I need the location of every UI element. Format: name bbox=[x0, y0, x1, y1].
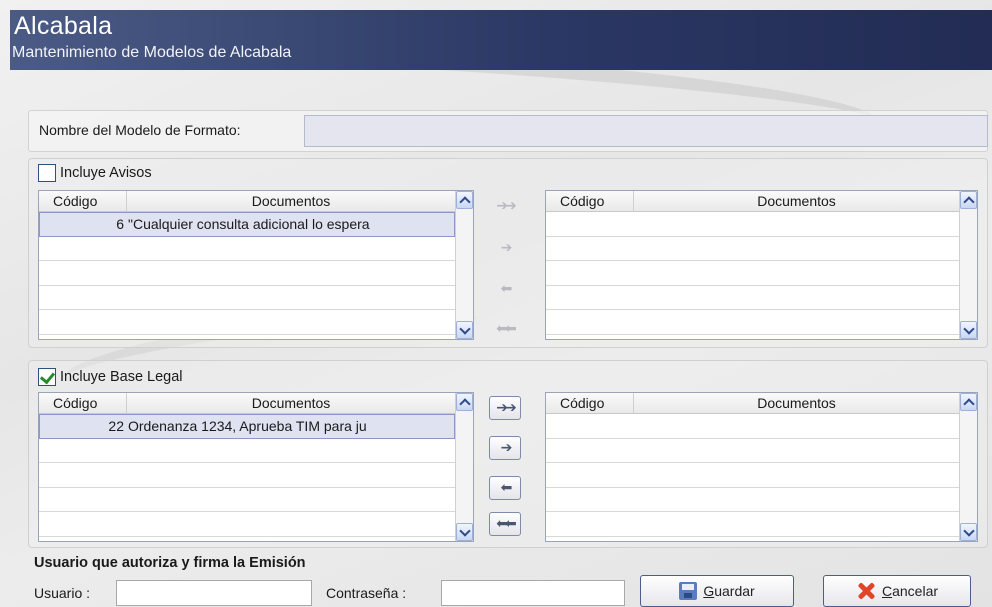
scroll-down-icon[interactable] bbox=[456, 321, 473, 339]
move-all-left-button[interactable]: ⬅⬅ bbox=[489, 512, 521, 536]
grid-header: Código Documentos bbox=[39, 191, 455, 212]
table-row[interactable] bbox=[546, 237, 959, 261]
base-legal-checkbox-row[interactable]: Incluye Base Legal bbox=[38, 368, 183, 386]
scroll-down-icon[interactable] bbox=[960, 321, 977, 339]
scroll-up-icon[interactable] bbox=[456, 393, 473, 411]
table-row[interactable] bbox=[546, 439, 959, 463]
vertical-scrollbar[interactable] bbox=[959, 393, 977, 541]
password-input[interactable] bbox=[441, 580, 625, 606]
cancel-label-rest: ancelar bbox=[892, 583, 939, 599]
save-button[interactable]: Guardar bbox=[640, 575, 794, 607]
table-row[interactable] bbox=[39, 463, 455, 488]
column-header-documentos[interactable]: Documentos bbox=[634, 393, 959, 413]
avisos-available-grid[interactable]: Código Documentos 6 "Cualquier consulta … bbox=[38, 190, 474, 340]
avisos-checkbox-row[interactable]: Incluye Avisos bbox=[38, 164, 152, 182]
window-header: Alcabala Mantenimiento de Modelos de Alc… bbox=[10, 10, 992, 70]
grid-rows: 22 Ordenanza 1234, Aprueba TIM para ju bbox=[39, 414, 455, 541]
column-header-codigo[interactable]: Código bbox=[39, 393, 127, 413]
model-name-row: Nombre del Modelo de Formato: bbox=[28, 110, 988, 152]
grid-rows bbox=[546, 212, 959, 339]
column-header-documentos[interactable]: Documentos bbox=[127, 393, 455, 413]
scroll-up-icon[interactable] bbox=[960, 191, 977, 209]
row-code: 6 bbox=[116, 216, 124, 232]
move-left-button[interactable]: ⬅ bbox=[489, 277, 521, 301]
table-row[interactable] bbox=[546, 212, 959, 237]
app-title: Alcabala bbox=[14, 12, 113, 40]
move-all-right-button[interactable]: ➔➔ bbox=[489, 396, 521, 420]
save-accel: G bbox=[703, 583, 715, 599]
scroll-up-icon[interactable] bbox=[456, 191, 473, 209]
move-left-button[interactable]: ⬅ bbox=[489, 476, 521, 500]
cancel-button[interactable]: Cancelar bbox=[823, 575, 971, 607]
table-row[interactable] bbox=[546, 488, 959, 512]
base-legal-checkbox-label: Incluye Base Legal bbox=[60, 369, 183, 385]
table-row[interactable]: 6 "Cualquier consulta adicional lo esper… bbox=[39, 212, 455, 237]
row-document: "Cualquier consulta adicional lo espera bbox=[128, 216, 370, 232]
avisos-checkbox-label: Incluye Avisos bbox=[60, 165, 152, 181]
table-row[interactable]: 22 Ordenanza 1234, Aprueba TIM para ju bbox=[39, 414, 455, 439]
move-all-right-button[interactable]: ➔➔ bbox=[489, 194, 521, 218]
avisos-checkbox[interactable] bbox=[38, 164, 56, 182]
column-header-documentos[interactable]: Documentos bbox=[634, 191, 959, 211]
table-row[interactable] bbox=[39, 439, 455, 463]
user-input[interactable] bbox=[116, 580, 312, 606]
save-button-label: Guardar bbox=[703, 583, 754, 599]
table-row[interactable] bbox=[39, 512, 455, 537]
save-label-rest: uardar bbox=[714, 583, 755, 599]
row-document: Ordenanza 1234, Aprueba TIM para ju bbox=[128, 418, 367, 434]
table-row[interactable] bbox=[39, 488, 455, 512]
row-code: 22 bbox=[108, 418, 124, 434]
table-row[interactable] bbox=[546, 310, 959, 335]
vertical-scrollbar[interactable] bbox=[455, 393, 473, 541]
cancel-button-label: Cancelar bbox=[882, 583, 938, 599]
grid-header: Código Documentos bbox=[546, 191, 959, 212]
model-name-input[interactable] bbox=[304, 115, 988, 147]
user-label: Usuario : bbox=[34, 585, 91, 601]
column-header-codigo[interactable]: Código bbox=[546, 191, 634, 211]
floppy-disk-icon bbox=[679, 582, 698, 600]
scroll-up-icon[interactable] bbox=[960, 393, 977, 411]
column-header-documentos[interactable]: Documentos bbox=[127, 191, 455, 211]
table-row[interactable] bbox=[39, 261, 455, 286]
table-row[interactable] bbox=[546, 463, 959, 488]
table-row[interactable] bbox=[546, 512, 959, 537]
cancel-accel: C bbox=[881, 583, 893, 599]
close-icon bbox=[856, 581, 876, 601]
app-subtitle: Mantenimiento de Modelos de Alcabala bbox=[12, 44, 292, 61]
grid-header: Código Documentos bbox=[39, 393, 455, 414]
base-legal-available-grid[interactable]: Código Documentos 22 Ordenanza 1234, Apr… bbox=[38, 392, 474, 542]
avisos-selected-grid[interactable]: Código Documentos bbox=[545, 190, 978, 340]
table-row[interactable] bbox=[546, 261, 959, 286]
base-legal-checkbox[interactable] bbox=[38, 368, 56, 386]
table-row[interactable] bbox=[39, 286, 455, 310]
column-header-codigo[interactable]: Código bbox=[546, 393, 634, 413]
password-label: Contraseña : bbox=[326, 585, 407, 601]
vertical-scrollbar[interactable] bbox=[455, 191, 473, 339]
table-row[interactable] bbox=[546, 286, 959, 310]
vertical-scrollbar[interactable] bbox=[959, 191, 977, 339]
scroll-down-icon[interactable] bbox=[960, 523, 977, 541]
table-row[interactable] bbox=[39, 310, 455, 335]
move-right-button[interactable]: ➔ bbox=[489, 436, 521, 460]
scroll-down-icon[interactable] bbox=[456, 523, 473, 541]
column-header-codigo[interactable]: Código bbox=[39, 191, 127, 211]
grid-rows: 6 "Cualquier consulta adicional lo esper… bbox=[39, 212, 455, 339]
model-name-label: Nombre del Modelo de Formato: bbox=[39, 122, 241, 138]
table-row[interactable] bbox=[39, 237, 455, 261]
move-all-left-button[interactable]: ⬅⬅ bbox=[489, 317, 521, 341]
table-row[interactable] bbox=[546, 414, 959, 439]
grid-header: Código Documentos bbox=[546, 393, 959, 414]
move-right-button[interactable]: ➔ bbox=[489, 236, 521, 260]
base-legal-selected-grid[interactable]: Código Documentos bbox=[545, 392, 978, 542]
authorization-title: Usuario que autoriza y firma la Emisión bbox=[34, 555, 306, 571]
grid-rows bbox=[546, 414, 959, 541]
